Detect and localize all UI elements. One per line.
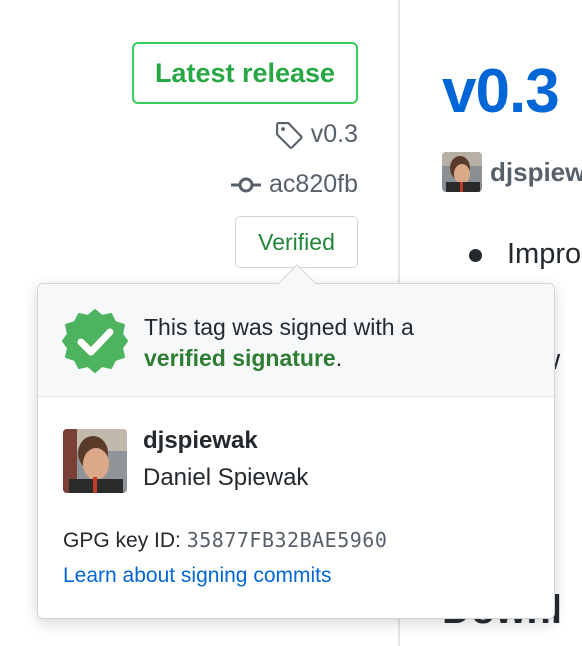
release-notes-line: Impro — [507, 238, 582, 270]
verified-signature-link[interactable]: verified signature — [144, 345, 336, 371]
git-commit-icon — [231, 175, 262, 195]
gpg-key-label: GPG key ID: — [63, 529, 181, 552]
verified-button[interactable]: Verified — [235, 216, 358, 268]
signature-message-suffix: . — [335, 345, 343, 371]
tag-link[interactable]: v0.3 — [311, 120, 358, 149]
release-title[interactable]: v0.3 — [442, 56, 560, 127]
learn-signing-link[interactable]: Learn about signing commits — [63, 564, 331, 588]
release-tag[interactable]: v0.3 — [275, 120, 358, 149]
signature-message-prefix: This tag was signed with a — [144, 314, 414, 340]
release-page: Latest release v0.3 ac820fb Verified v0.… — [0, 0, 582, 646]
tag-icon — [275, 121, 303, 149]
latest-release-badge: Latest release — [132, 42, 358, 104]
signature-message: This tag was signed with a verified sign… — [144, 312, 414, 374]
list-bullet — [469, 249, 482, 262]
signer-full-name: Daniel Spiewak — [143, 464, 309, 491]
signer-avatar[interactable] — [63, 429, 127, 493]
author-avatar[interactable] — [442, 152, 482, 192]
signature-popover: This tag was signed with a verified sign… — [37, 283, 555, 619]
gpg-key-value: 35877FB32BAE5960 — [186, 528, 388, 552]
release-commit[interactable]: ac820fb — [231, 170, 358, 199]
release-author[interactable]: djspiew — [442, 152, 582, 192]
gpg-key-row: GPG key ID: 35877FB32BAE5960 — [63, 528, 387, 553]
verified-seal-icon — [62, 308, 128, 374]
commit-link[interactable]: ac820fb — [269, 170, 358, 199]
author-login[interactable]: djspiew — [490, 157, 582, 188]
signer-login[interactable]: djspiewak — [143, 427, 258, 455]
